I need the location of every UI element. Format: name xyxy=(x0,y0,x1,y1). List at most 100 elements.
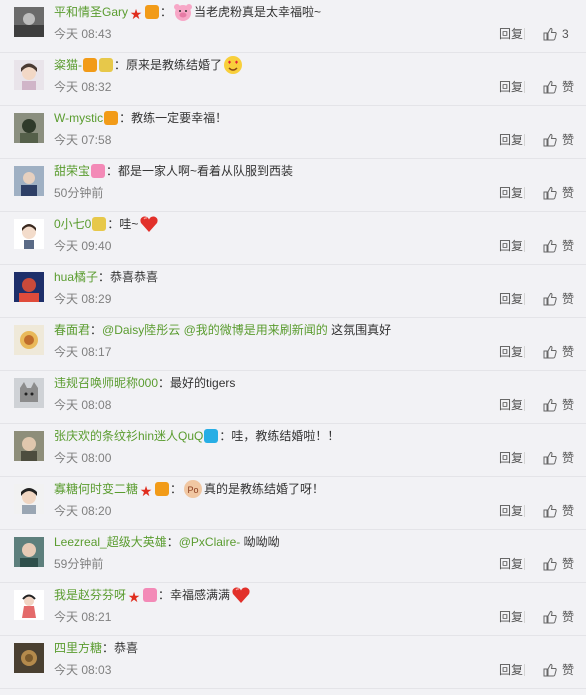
like-button[interactable]: 赞 xyxy=(543,344,574,360)
like-button[interactable]: 赞 xyxy=(543,79,574,95)
username-link[interactable]: 甜荣宝 xyxy=(54,164,90,178)
username-link[interactable]: 0小七0 xyxy=(54,217,91,231)
heart-badge-icon[interactable] xyxy=(143,588,158,602)
like-button[interactable]: 赞 xyxy=(543,450,574,466)
comment-text: 幸福感满满 xyxy=(170,588,231,602)
reply-button[interactable]: 回复 xyxy=(499,556,523,572)
like-button[interactable]: 赞 xyxy=(543,238,574,254)
username-link[interactable]: W-mystic xyxy=(54,111,103,125)
avatar[interactable] xyxy=(14,113,44,143)
like-button[interactable]: 赞 xyxy=(543,185,574,201)
cat-badge-icon[interactable] xyxy=(99,58,113,72)
username-link[interactable]: 违规召唤师昵称000 xyxy=(54,376,158,390)
avatar[interactable] xyxy=(14,590,44,620)
reply-button[interactable]: 回复 xyxy=(499,503,523,519)
reply-button[interactable]: 回复 xyxy=(499,26,523,42)
comment-line: 春面君：@Daisy陸彤云 @我的微博是用来刷新闻的 这氛围真好 xyxy=(54,320,391,340)
reply-button[interactable]: 回复 xyxy=(499,609,523,625)
like-button[interactable]: 赞 xyxy=(543,397,574,413)
heart-badge-icon[interactable] xyxy=(91,164,106,178)
action-divider xyxy=(524,399,525,411)
reply-button[interactable]: 回复 xyxy=(499,185,523,201)
like-button[interactable]: 赞 xyxy=(543,609,574,625)
reply-button[interactable]: 回复 xyxy=(499,450,523,466)
mention-link[interactable]: @PxClaire- xyxy=(179,535,241,549)
like-count: 赞 xyxy=(562,133,575,147)
username-link[interactable]: 粢猫- xyxy=(54,58,82,72)
colon-separator: ： xyxy=(114,58,127,72)
camera-badge-icon[interactable] xyxy=(204,429,219,443)
avatar[interactable] xyxy=(14,7,44,37)
cat-badge-icon[interactable] xyxy=(92,217,107,231)
comment-row: 春面君：@Daisy陸彤云 @我的微博是用来刷新闻的 这氛围真好 今天 08:17… xyxy=(0,318,586,371)
colon-separator: ： xyxy=(160,5,173,19)
comment-row: 粢猫- ：原来是教练结婚了 今天 08:32 回复 赞 xyxy=(0,53,586,106)
username-link[interactable]: 张庆欢的条纹衫hin迷人QuQ xyxy=(54,429,203,443)
colon-separator: ： xyxy=(106,164,119,178)
like-button[interactable]: 赞 xyxy=(543,662,574,678)
avatar[interactable] xyxy=(14,537,44,567)
reply-button[interactable]: 回复 xyxy=(499,79,523,95)
avatar[interactable] xyxy=(14,431,44,461)
comment-text: 恭喜恭喜 xyxy=(110,270,159,284)
username-link[interactable]: 春面君 xyxy=(54,323,90,337)
heart-emoji-icon xyxy=(231,585,251,605)
comment-time: 今天 08:32 xyxy=(54,80,112,94)
star-icon[interactable]: ★ xyxy=(139,484,153,498)
avatar[interactable] xyxy=(14,378,44,408)
avatar[interactable] xyxy=(14,272,44,302)
avatar[interactable] xyxy=(14,643,44,673)
star-icon[interactable]: ★ xyxy=(127,590,141,604)
fan-badge-icon[interactable] xyxy=(104,111,119,125)
comment-line: 0小七0 ：哇~ xyxy=(54,214,160,234)
star-icon[interactable]: ★ xyxy=(129,7,143,21)
comment-text: 呦呦呦 xyxy=(243,535,280,549)
comment-line: 四里方糖：恭喜 xyxy=(54,638,138,658)
like-button[interactable]: 赞 xyxy=(543,556,574,572)
thumbs-up-icon xyxy=(543,610,557,624)
reply-button[interactable]: 回复 xyxy=(499,397,523,413)
action-divider xyxy=(524,240,525,252)
username-link[interactable]: Leezreal_超级大英雄 xyxy=(54,535,167,549)
username-link[interactable]: 我是赵芬芬呀 xyxy=(54,588,126,602)
like-count: 赞 xyxy=(562,345,575,359)
like-button[interactable]: 赞 xyxy=(543,503,574,519)
like-count: 赞 xyxy=(562,292,575,306)
comment-text: 恭喜 xyxy=(114,641,139,655)
username-link[interactable]: 寡糖何时变二糖 xyxy=(54,482,138,496)
comment-line: 我是赵芬芬呀 ★ ：幸福感满满 xyxy=(54,585,252,605)
fan-badge-icon[interactable] xyxy=(155,482,170,496)
reply-button[interactable]: 回复 xyxy=(499,344,523,360)
like-button[interactable]: 3 xyxy=(543,26,569,42)
username-link[interactable]: 四里方糖 xyxy=(54,641,102,655)
fan-badge-icon[interactable] xyxy=(145,5,160,19)
avatar[interactable] xyxy=(14,484,44,514)
like-button[interactable]: 赞 xyxy=(543,132,574,148)
like-button[interactable]: 赞 xyxy=(543,291,574,307)
comment-time: 50分钟前 xyxy=(54,186,104,200)
reply-button[interactable]: 回复 xyxy=(499,132,523,148)
reply-button[interactable]: 回复 xyxy=(499,291,523,307)
reply-button[interactable]: 回复 xyxy=(499,238,523,254)
comment-time: 今天 08:21 xyxy=(54,610,112,624)
comment-time: 今天 08:29 xyxy=(54,292,112,306)
username-link[interactable]: hua橘子 xyxy=(54,270,98,284)
action-divider xyxy=(524,664,525,676)
comment-line: 违规召唤师昵称000：最好的tigers xyxy=(54,373,235,393)
fan-badge-icon[interactable] xyxy=(83,58,97,72)
avatar[interactable] xyxy=(14,60,44,90)
mention-link[interactable]: @Daisy陸彤云 xyxy=(102,323,180,337)
avatar[interactable] xyxy=(14,219,44,249)
comment-text: 当老虎粉真是太幸福啦~ xyxy=(194,5,322,19)
colon-separator: ： xyxy=(166,535,179,549)
comment-row: 甜荣宝 ：都是一家人啊~看着从队服到西装 50分钟前 回复 赞 xyxy=(0,159,586,212)
thumbs-up-icon xyxy=(543,345,557,359)
username-link[interactable]: 平和情圣Gary xyxy=(54,5,128,19)
reply-button[interactable]: 回复 xyxy=(499,662,523,678)
mention-link[interactable]: @我的微博是用来刷新闻的 xyxy=(184,323,328,337)
avatar[interactable] xyxy=(14,166,44,196)
avatar[interactable] xyxy=(14,325,44,355)
action-divider xyxy=(524,611,525,623)
action-divider xyxy=(524,187,525,199)
comment-text: 教练一定要幸福！ xyxy=(131,111,228,125)
